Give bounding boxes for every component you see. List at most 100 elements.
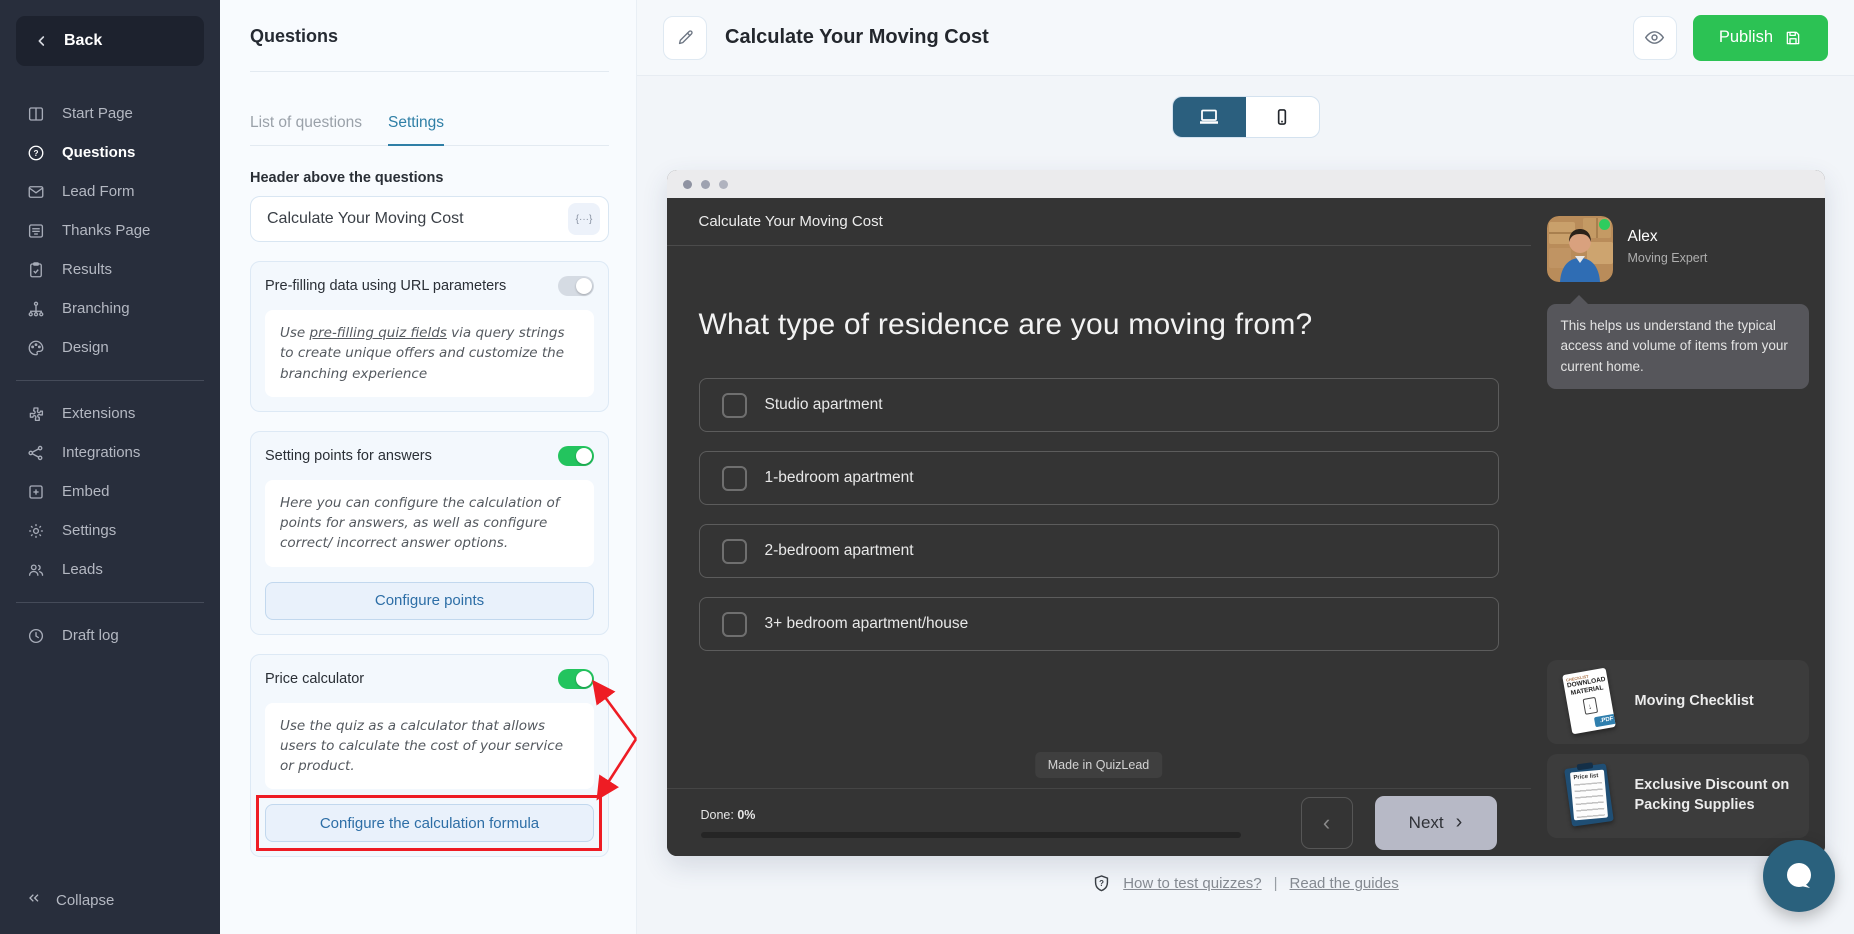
option-2-bedroom[interactable]: 2-bedroom apartment [699,524,1499,578]
clipboard-check-icon [26,260,46,280]
sidebar-item-label: Integrations [62,444,140,461]
next-button[interactable]: Next › [1375,796,1497,850]
prev-button[interactable]: ‹ [1301,797,1353,849]
header-input[interactable]: Calculate Your Moving Cost {···} [250,196,609,242]
bonus-card-title: Exclusive Discount on Packing Supplies [1635,776,1793,815]
window-dot-icon [683,180,692,189]
points-card: Setting points for answers Here you can … [250,431,609,635]
sidebar-item-label: Settings [62,522,116,539]
mobile-view-button[interactable] [1246,97,1319,137]
panel-tabs: List of questions Settings [250,114,609,146]
expert-role: Moving Expert [1628,251,1708,265]
sidebar-item-questions[interactable]: ? Questions [0,133,220,172]
sidebar-item-integrations[interactable]: Integrations [0,433,220,472]
sidebar-item-leads[interactable]: Leads [0,550,220,589]
edit-title-button[interactable] [663,16,707,60]
columns-icon [26,104,46,124]
sidebar-item-thanks-page[interactable]: Thanks Page [0,211,220,250]
puzzle-icon [26,404,46,424]
desktop-view-button[interactable] [1173,97,1246,137]
prefilling-quiz-fields-link[interactable]: pre-filling quiz fields [310,325,447,341]
prefilling-toggle[interactable] [558,276,594,296]
option-3plus-bedroom[interactable]: 3+ bedroom apartment/house [699,597,1499,651]
sidebar-item-design[interactable]: Design [0,328,220,367]
bonus-card-moving-checklist[interactable]: CHECKLIST DOWNLOAD MATERIAL ↓ .PDF Movin… [1547,660,1809,744]
sidebar-divider [16,380,204,381]
made-in-quizlead-badge[interactable]: Made in QuizLead [1035,752,1162,778]
configure-formula-button[interactable]: Configure the calculation formula [265,804,594,842]
collapse-chevrons-icon [26,890,42,910]
prefilling-description: Use pre-filling quiz fields via query st… [265,310,594,397]
sidebar-item-extensions[interactable]: Extensions [0,394,220,433]
sidebar-item-label: Lead Form [62,183,135,200]
sidebar-divider [16,602,204,603]
checkbox[interactable] [722,466,747,491]
sidebar-item-label: Results [62,261,112,278]
variables-icon[interactable]: {···} [568,203,600,235]
quiz-main-area: Calculate Your Moving Cost What type of … [667,198,1531,856]
laptop-icon [1197,105,1221,129]
price-calculator-description: Use the quiz as a calculator that allows… [265,703,594,790]
configure-points-button[interactable]: Configure points [265,582,594,620]
eye-icon [1644,27,1665,48]
prefilling-card: Pre-filling data using URL parameters Us… [250,261,609,412]
svg-text:?: ? [1099,879,1104,888]
quiz-side-panel: Alex Moving Expert This helps us underst… [1531,198,1825,856]
read-guides-link[interactable]: Read the guides [1290,875,1399,892]
sidebar-item-start-page[interactable]: Start Page [0,94,220,133]
price-calculator-card: Price calculator Use the quiz as a calcu… [250,654,609,858]
sidebar-item-label: Start Page [62,105,133,122]
progress-bar [701,832,1241,838]
preview-eye-button[interactable] [1633,16,1677,60]
card-lines-icon [26,221,46,241]
history-clock-icon [26,626,46,646]
back-button[interactable]: Back [16,16,204,66]
price-list-icon: Price list [1563,762,1615,830]
checkbox[interactable] [722,539,747,564]
quiz-header: Calculate Your Moving Cost [667,198,1531,246]
tab-list-of-questions[interactable]: List of questions [250,114,362,145]
sidebar-item-settings[interactable]: Settings [0,511,220,550]
embed-plus-icon [26,482,46,502]
expert-avatar [1547,216,1613,282]
quiz-builder-app: Back Start Page ? Questions Lead Form Th… [0,0,1854,934]
chevron-right-icon: › [1456,811,1463,834]
sidebar-item-label: Leads [62,561,103,578]
chat-bubble-icon [1780,857,1818,895]
progress-text: Done: 0% [701,808,1241,822]
collapse-label: Collapse [56,892,114,909]
price-calculator-toggle[interactable] [558,669,594,689]
sidebar-item-embed[interactable]: Embed [0,472,220,511]
pdf-tag: .PDF [1594,713,1616,727]
sidebar-item-draft-log[interactable]: Draft log [0,616,220,655]
sidebar: Back Start Page ? Questions Lead Form Th… [0,0,220,934]
branch-tree-icon [26,299,46,319]
checkbox[interactable] [722,393,747,418]
points-toggle[interactable] [558,446,594,466]
sidebar-item-branching[interactable]: Branching [0,289,220,328]
window-dot-icon [701,180,710,189]
checkbox[interactable] [722,612,747,637]
tab-settings[interactable]: Settings [388,114,444,146]
sidebar-item-label: Draft log [62,627,119,644]
pencil-icon [676,28,695,47]
collapse-button[interactable]: Collapse [0,880,220,920]
option-1-bedroom[interactable]: 1-bedroom apartment [699,451,1499,505]
question-circle-icon: ? [26,143,46,163]
publish-button[interactable]: Publish [1693,15,1828,61]
sidebar-item-label: Branching [62,300,130,317]
how-to-test-link[interactable]: How to test quizzes? [1123,875,1261,892]
sidebar-item-label: Extensions [62,405,135,422]
window-dot-icon [719,180,728,189]
sidebar-item-lead-form[interactable]: Lead Form [0,172,220,211]
quiz-footer: Done: 0% ‹ Next › [667,788,1531,856]
sidebar-item-results[interactable]: Results [0,250,220,289]
option-studio-apartment[interactable]: Studio apartment [699,378,1499,432]
price-calculator-title: Price calculator [265,671,364,687]
bonus-card-discount[interactable]: Price list Exclusive Discount on Packing… [1547,754,1809,838]
expert-block: Alex Moving Expert [1547,216,1809,282]
chat-launcher-button[interactable] [1763,840,1835,912]
quiz-preview-window: Calculate Your Moving Cost What type of … [667,170,1825,856]
topbar: Calculate Your Moving Cost Publish [637,0,1854,76]
questions-settings-panel: Questions List of questions Settings Hea… [220,0,637,934]
